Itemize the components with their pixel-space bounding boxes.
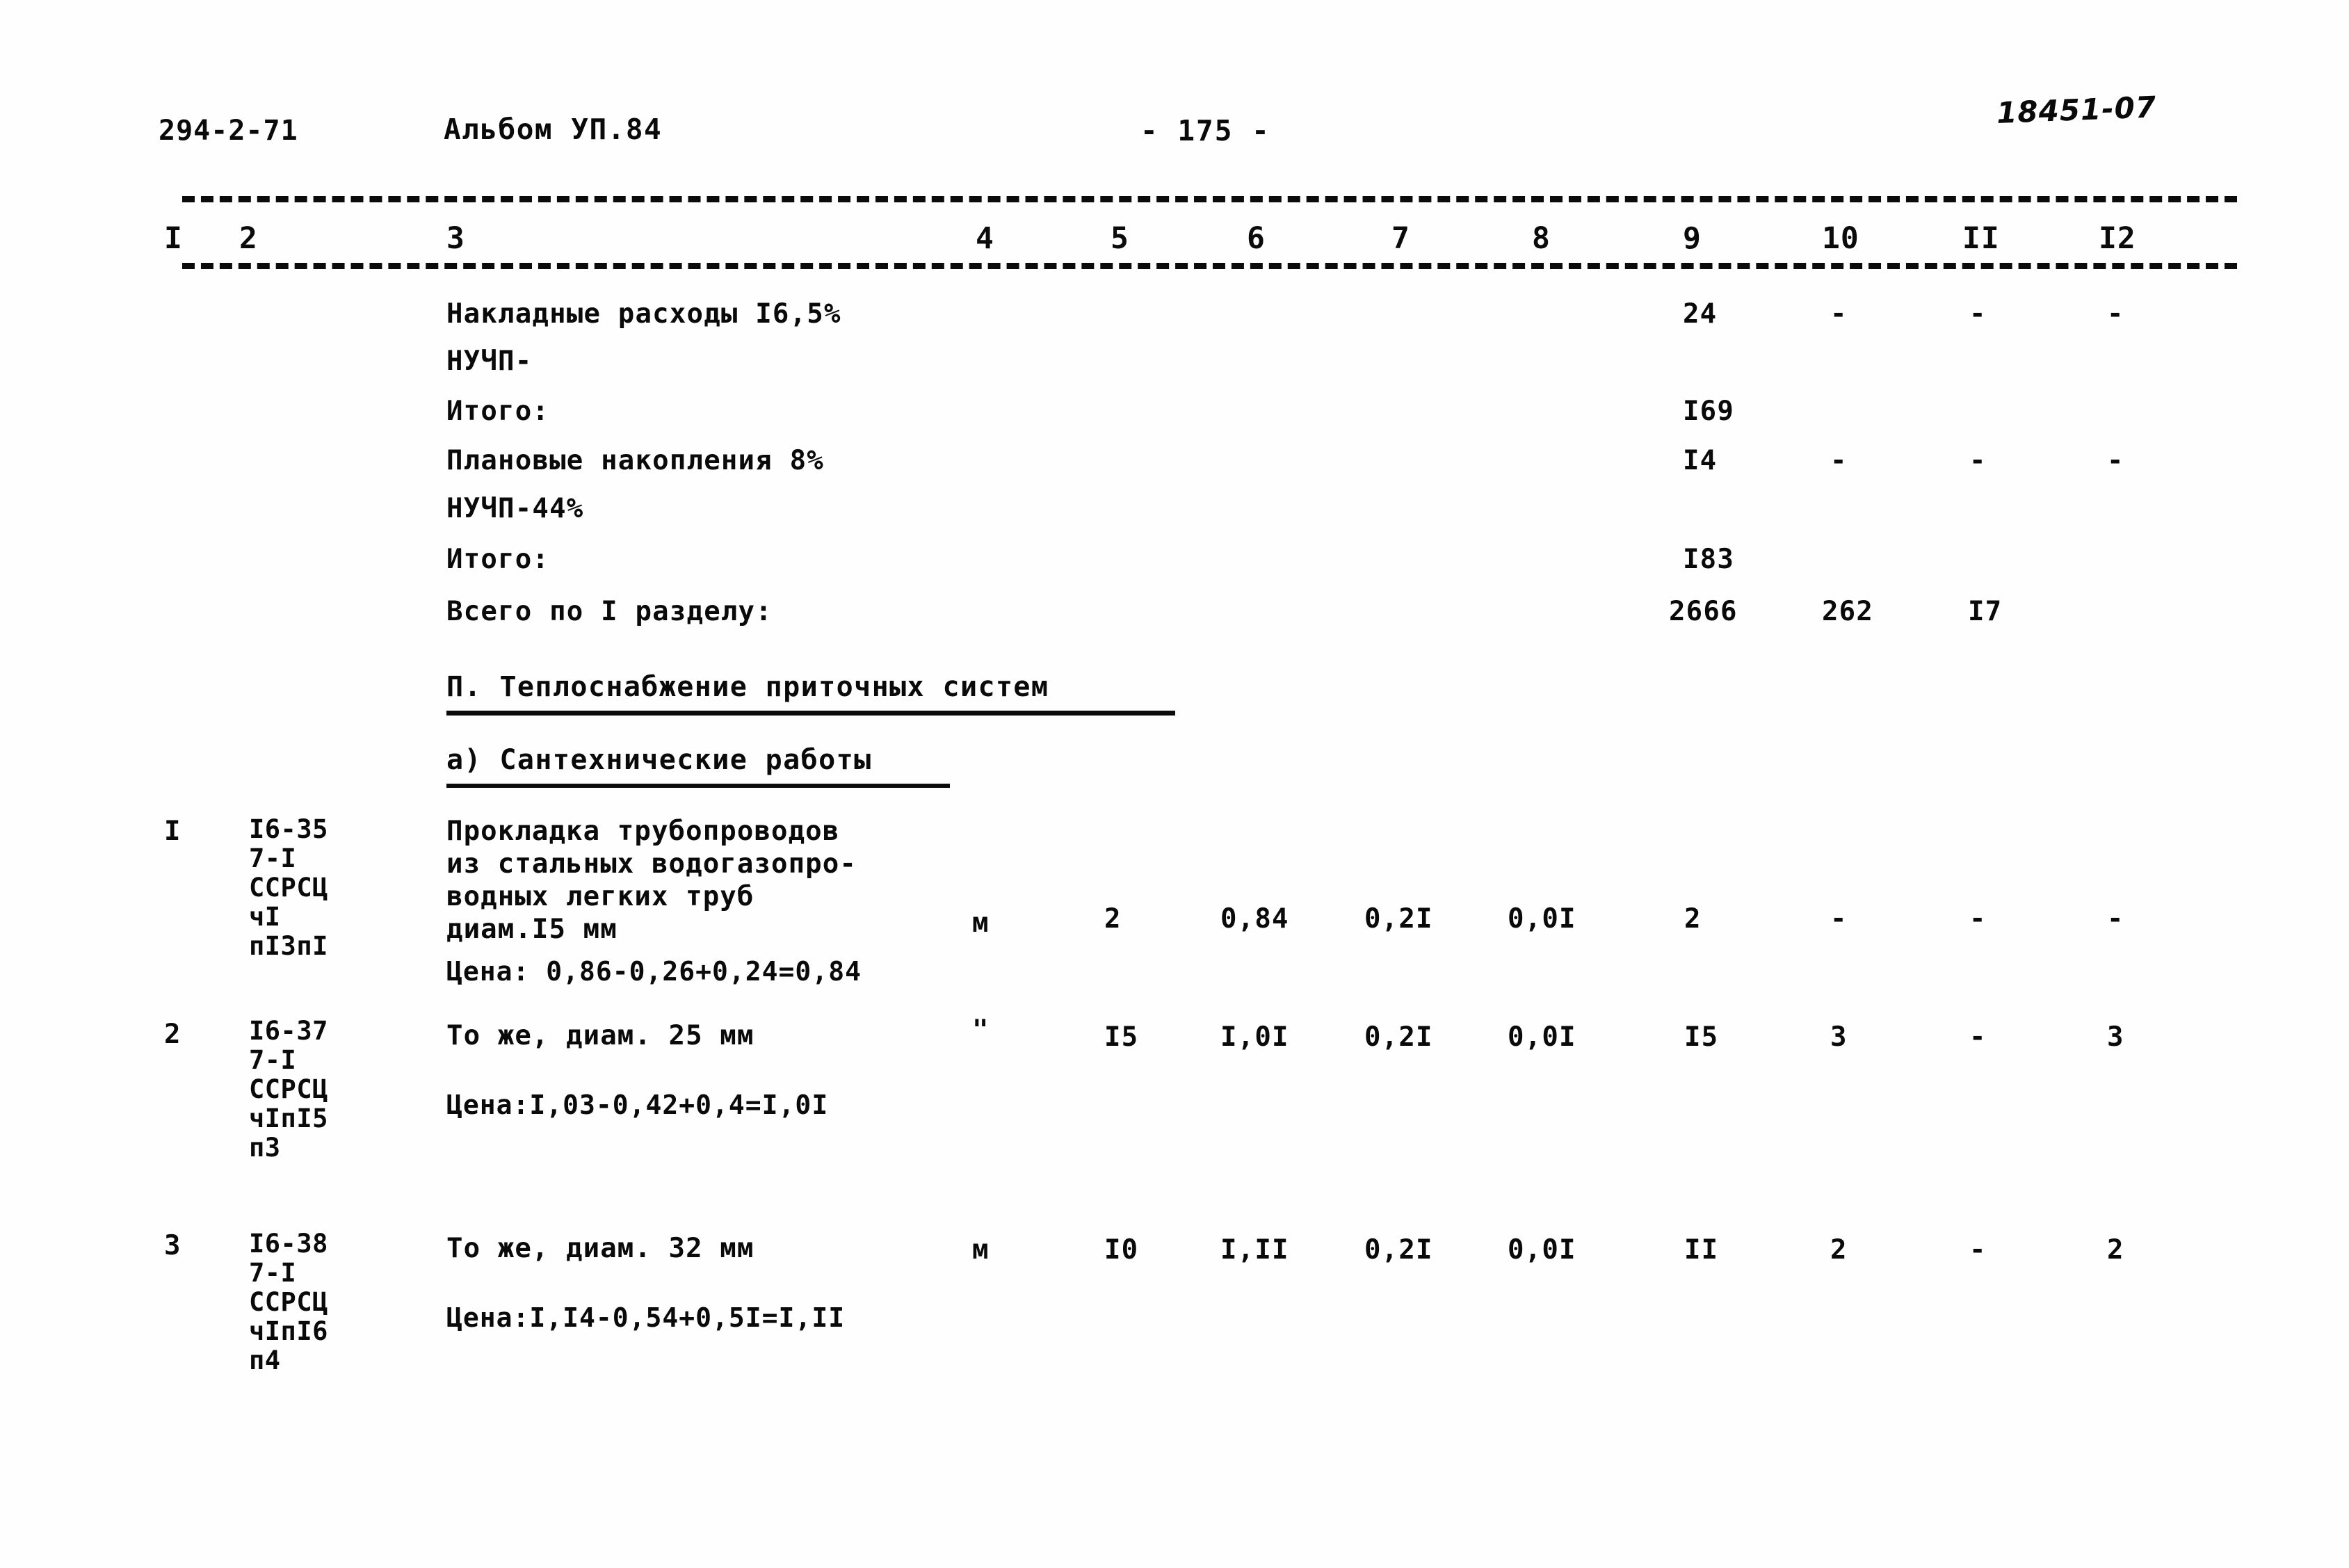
work-row-description: То же, диам. 25 мм [446, 1020, 754, 1051]
work-row-col12: 2 [2107, 1234, 2124, 1266]
work-row-unit: " [972, 1015, 990, 1046]
summary-row-label-secondary: НУЧП-44% [446, 493, 584, 524]
summary-row-col12: - [2107, 445, 2124, 476]
work-row-number: 2 [164, 1019, 181, 1050]
work-row-col12: 3 [2107, 1021, 2124, 1053]
work-row-col11: - [1969, 903, 1986, 935]
section-heading-underline [446, 711, 1175, 716]
work-row-quantity: 2 [1104, 903, 1122, 935]
work-row-description: То же, диам. 32 мм [446, 1233, 754, 1264]
summary-row-label: Итого: [446, 544, 550, 575]
column-header-6: 6 [1247, 221, 1266, 256]
summary-row-col9: I69 [1683, 396, 1735, 427]
work-row-col6: 0,84 [1220, 903, 1289, 935]
album-title: Альбом УП.84 [444, 113, 663, 146]
column-header-11: II [1962, 221, 2000, 256]
work-row-col10: - [1830, 903, 1847, 935]
work-row-quantity: I5 [1104, 1021, 1139, 1053]
summary-row-col11: - [1969, 298, 1986, 330]
column-header-10: 10 [1822, 221, 1859, 256]
work-row-code: I6-38 7-I ССРСЦ чIпI6 п4 [249, 1229, 328, 1375]
column-header-1: I [164, 221, 183, 256]
summary-row-col10: 262 [1822, 596, 1874, 627]
work-row-quantity: I0 [1104, 1234, 1139, 1266]
page-number: - 175 - [1140, 114, 1270, 147]
summary-row-col9: 2666 [1669, 596, 1738, 627]
work-row-unit: м [972, 907, 990, 939]
column-header-12: I2 [2099, 221, 2136, 256]
work-row-number: I [164, 816, 181, 847]
document-code: 294-2-71 [159, 115, 298, 147]
table-top-rule [182, 196, 2237, 202]
summary-row-col9: I4 [1683, 445, 1718, 476]
work-row-price-note: Цена:I,03-0,42+0,4=I,0I [446, 1090, 829, 1120]
column-header-3: 3 [446, 221, 465, 256]
summary-row-label: Накладные расходы I6,5% [446, 298, 841, 330]
work-row-col11: - [1969, 1234, 1986, 1266]
work-row-col10: 3 [1830, 1021, 1848, 1053]
summary-row-label: Всего по I разделу: [446, 596, 773, 627]
summary-row-col11: I7 [1968, 596, 2003, 627]
summary-row-col10: - [1830, 298, 1847, 330]
work-row-number: 3 [164, 1230, 181, 1261]
work-row-col7: 0,2I [1364, 903, 1433, 935]
work-row-col8: 0,0I [1508, 1234, 1576, 1266]
work-row-description: Прокладка трубопроводов из стальных водо… [446, 816, 857, 945]
column-header-2: 2 [239, 221, 258, 256]
work-row-col11: - [1969, 1021, 1986, 1053]
subsection-heading: а) Сантехнические работы [446, 744, 872, 776]
column-header-8: 8 [1532, 221, 1551, 256]
summary-row-col10: - [1830, 445, 1847, 476]
column-header-4: 4 [976, 221, 994, 256]
work-row-col9: 2 [1684, 903, 1702, 935]
work-row-col7: 0,2I [1364, 1021, 1433, 1053]
summary-row-col9: 24 [1683, 298, 1718, 330]
work-row-price-note: Цена:I,I4-0,54+0,5I=I,II [446, 1302, 846, 1333]
work-row-code: I6-37 7-I ССРСЦ чIпI5 п3 [249, 1016, 328, 1163]
subsection-heading-underline [446, 784, 950, 788]
work-row-col9: II [1684, 1234, 1719, 1266]
work-row-price-note: Цена: 0,86-0,26+0,24=0,84 [446, 956, 862, 987]
work-row-col10: 2 [1830, 1234, 1848, 1266]
summary-row-label-secondary: НУЧП- [446, 346, 533, 377]
work-row-col12: - [2107, 903, 2124, 935]
handwritten-stamp-number: 18451-07 [1996, 90, 2157, 130]
work-row-unit: м [972, 1234, 990, 1266]
section-heading: П. Теплоснабжение приточных систем [446, 671, 1049, 703]
column-header-5: 5 [1111, 221, 1129, 256]
column-header-9: 9 [1683, 221, 1702, 256]
work-row-col9: I5 [1684, 1021, 1719, 1053]
summary-row-col12: - [2107, 298, 2124, 330]
work-row-col7: 0,2I [1364, 1234, 1433, 1266]
summary-row-col9: I83 [1683, 544, 1735, 575]
table-header-bottom-rule [182, 263, 2237, 269]
work-row-col6: I,0I [1220, 1021, 1289, 1053]
summary-row-label: Плановые накопления 8% [446, 445, 824, 476]
summary-row-label: Итого: [446, 396, 550, 427]
summary-row-col11: - [1969, 445, 1986, 476]
column-header-7: 7 [1391, 221, 1410, 256]
work-row-col8: 0,0I [1508, 903, 1576, 935]
document-page: 294-2-71 Альбом УП.84 - 175 - 18451-07 I… [0, 0, 2349, 1568]
work-row-col6: I,II [1220, 1234, 1289, 1266]
work-row-col8: 0,0I [1508, 1021, 1576, 1053]
work-row-code: I6-35 7-I ССРСЦ чI пI3пI [249, 814, 328, 961]
